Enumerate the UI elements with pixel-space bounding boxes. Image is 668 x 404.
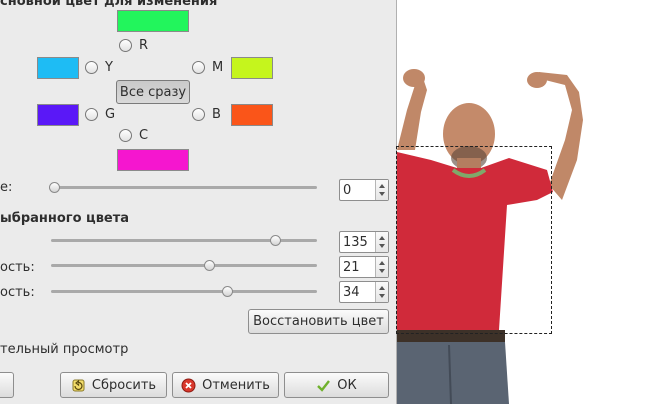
spin-up-icon[interactable] <box>379 261 385 265</box>
reset-icon <box>72 379 85 391</box>
spin-down-icon[interactable] <box>379 192 385 196</box>
ok-button[interactable]: ОК <box>284 372 389 398</box>
all-at-once-button[interactable]: Все сразу <box>116 80 190 104</box>
spin-arrows[interactable] <box>375 257 388 277</box>
hue-spinbutton[interactable] <box>339 231 389 253</box>
hue-slider-handle[interactable] <box>270 235 282 246</box>
hue-value-input[interactable] <box>343 234 373 250</box>
swatch-c[interactable] <box>117 149 189 171</box>
overlap-slider-handle[interactable] <box>49 182 60 193</box>
lightness-slider-handle[interactable] <box>204 260 215 271</box>
reset-button[interactable]: Сбросить <box>60 372 167 398</box>
saturation-slider-track[interactable] <box>51 290 317 293</box>
lightness-label: ость: <box>0 260 35 275</box>
adjust-section-title: ыбранного цвета <box>0 211 130 226</box>
swatch-y[interactable] <box>37 57 79 79</box>
overlap-label: е: <box>0 180 13 195</box>
help-button[interactable] <box>0 372 14 398</box>
overlap-spinbutton[interactable] <box>339 179 389 201</box>
selection-marquee <box>396 146 552 334</box>
radio-c-label: C <box>139 128 149 143</box>
reset-color-button[interactable]: Восстановить цвет <box>248 309 389 334</box>
spin-arrows[interactable] <box>375 232 388 252</box>
spin-down-icon[interactable] <box>379 269 385 273</box>
primary-color-section-title: сновной цвет для изменения <box>0 0 218 9</box>
spin-up-icon[interactable] <box>379 236 385 240</box>
cancel-label: Отменить <box>202 377 270 393</box>
radio-c[interactable] <box>119 129 132 142</box>
spin-arrows[interactable] <box>375 282 388 302</box>
lightness-value-input[interactable] <box>343 259 373 275</box>
saturation-label: ость: <box>0 285 35 300</box>
radio-b[interactable] <box>192 108 205 121</box>
checkmark-icon <box>317 379 331 392</box>
overlap-value-input[interactable] <box>343 182 373 198</box>
hue-saturation-dialog: сновной цвет для изменения R Y M Все сра… <box>0 0 397 404</box>
spin-down-icon[interactable] <box>379 294 385 298</box>
radio-g[interactable] <box>85 108 98 121</box>
saturation-slider-handle[interactable] <box>221 286 233 297</box>
radio-y[interactable] <box>85 61 98 74</box>
spin-up-icon[interactable] <box>379 184 385 188</box>
radio-r-label: R <box>139 38 149 53</box>
saturation-value-input[interactable] <box>343 284 373 300</box>
overlap-slider-track[interactable] <box>49 186 317 189</box>
cancel-button[interactable]: Отменить <box>172 372 279 398</box>
swatch-m[interactable] <box>231 57 273 79</box>
ok-label: ОК <box>337 377 357 393</box>
spin-arrows[interactable] <box>375 180 388 200</box>
lightness-spinbutton[interactable] <box>339 256 389 278</box>
cancel-icon <box>181 378 196 392</box>
swatch-b[interactable] <box>231 104 273 126</box>
lightness-slider-track[interactable] <box>51 264 317 267</box>
swatch-r[interactable] <box>117 10 189 32</box>
spin-up-icon[interactable] <box>379 286 385 290</box>
preview-label: тельный просмотр <box>0 342 129 357</box>
radio-g-label: G <box>105 107 116 122</box>
radio-b-label: B <box>212 107 221 122</box>
radio-m-label: M <box>212 60 224 75</box>
reset-label: Сбросить <box>91 377 157 393</box>
radio-y-label: Y <box>105 60 113 75</box>
swatch-g[interactable] <box>37 104 79 126</box>
saturation-spinbutton[interactable] <box>339 281 389 303</box>
radio-m[interactable] <box>192 61 205 74</box>
spin-down-icon[interactable] <box>379 244 385 248</box>
radio-r[interactable] <box>119 39 132 52</box>
